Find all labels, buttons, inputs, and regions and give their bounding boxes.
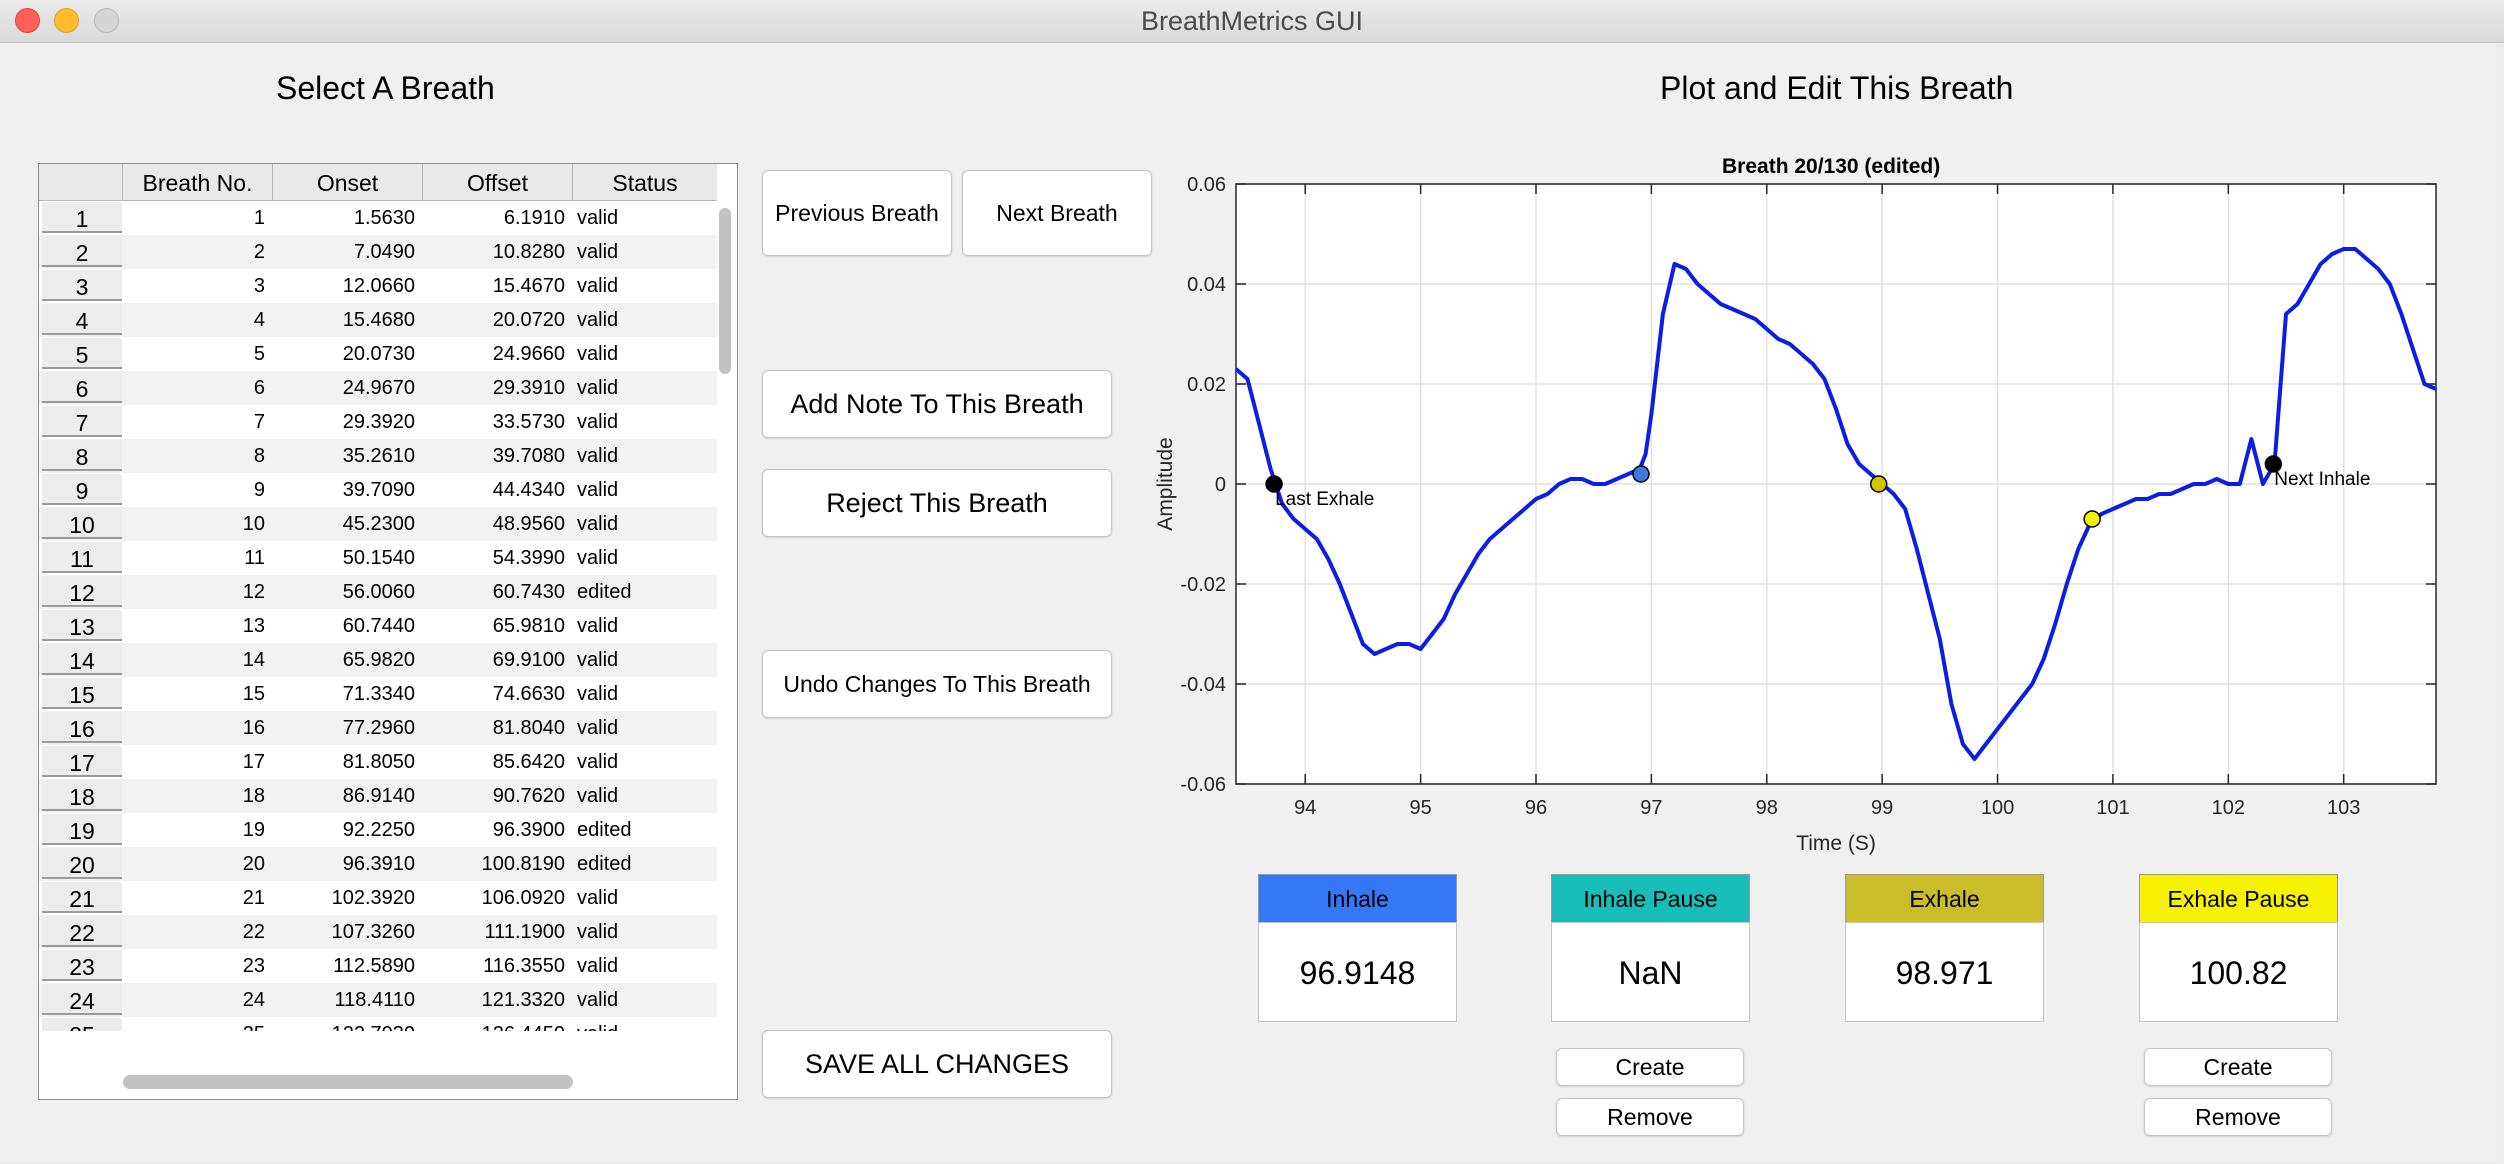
exhale-label: Exhale xyxy=(1845,874,2044,924)
inhale-pause-create-button[interactable]: Create xyxy=(1556,1048,1744,1086)
exhale-pause-value: 100.82 xyxy=(2139,922,2338,1022)
event-marker[interactable] xyxy=(1869,475,1888,493)
inhale-value: 96.9148 xyxy=(1258,922,1457,1022)
y-tick-label: 0.04 xyxy=(1187,274,1226,296)
x-tick-label: 102 xyxy=(2212,797,2245,819)
x-tick-label: 96 xyxy=(1525,797,1547,819)
x-tick-label: 103 xyxy=(2327,797,2360,819)
y-axis-label: Amplitude xyxy=(1154,437,1177,530)
breath-waveform-plot[interactable]: 94 95 96 97 98 99 100 101 102 103 -0.06 -0.04 -0.02 0… xyxy=(0,0,2504,1164)
x-tick-label: 101 xyxy=(2096,797,2129,819)
marker-label: Last Exhale xyxy=(1275,489,1374,510)
y-tick-label: 0.02 xyxy=(1187,374,1226,396)
exhale-value: 98.971 xyxy=(1845,922,2044,1022)
exhale-pause-create-button[interactable]: Create xyxy=(2144,1048,2332,1086)
inhale-pause-value: NaN xyxy=(1551,922,1750,1022)
marker-label: Next Inhale xyxy=(2274,469,2370,490)
x-tick-label: 100 xyxy=(1981,797,2014,819)
x-tick-label: 99 xyxy=(1871,797,1893,819)
y-tick-label: -0.04 xyxy=(1180,674,1226,696)
x-tick-label: 95 xyxy=(1409,797,1431,819)
x-axis-label: Time (S) xyxy=(1796,832,1876,855)
exhale-pause-remove-button[interactable]: Remove xyxy=(2144,1098,2332,1136)
x-tick-label: 97 xyxy=(1640,797,1662,819)
event-marker[interactable] xyxy=(2083,510,2101,528)
inhale-pause-remove-button[interactable]: Remove xyxy=(1556,1098,1744,1136)
y-tick-label: 0.06 xyxy=(1187,174,1226,196)
inhale-label: Inhale xyxy=(1258,874,1457,924)
y-tick-label: -0.02 xyxy=(1180,574,1226,596)
inhale-pause-label: Inhale Pause xyxy=(1551,874,1750,924)
event-marker[interactable] xyxy=(1632,465,1650,483)
x-tick-label: 94 xyxy=(1294,797,1316,819)
y-tick-label: 0 xyxy=(1215,474,1226,496)
exhale-pause-label: Exhale Pause xyxy=(2139,874,2338,924)
y-tick-label: -0.06 xyxy=(1180,774,1226,796)
x-tick-label: 98 xyxy=(1756,797,1778,819)
